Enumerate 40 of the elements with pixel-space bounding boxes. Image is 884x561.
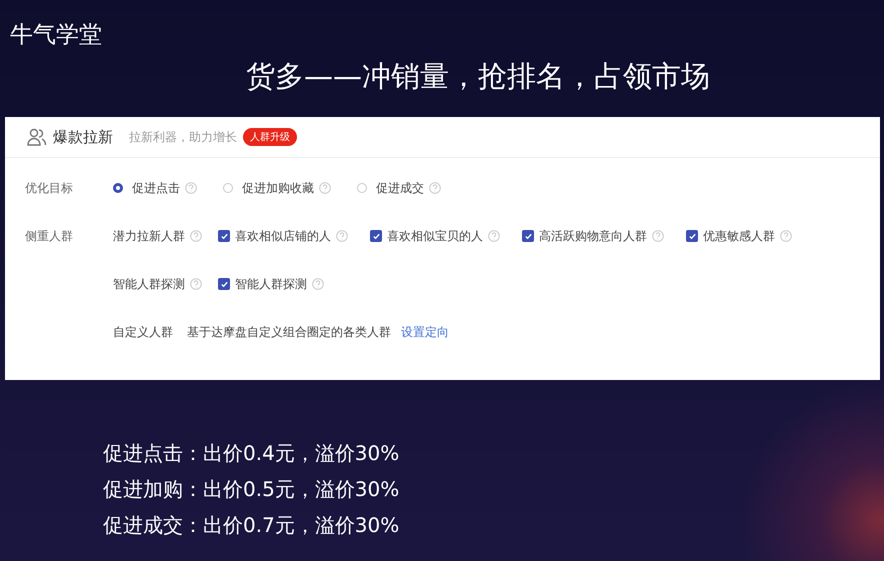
option-label[interactable]: 促进点击: [132, 180, 180, 196]
help-icon[interactable]: [780, 230, 792, 242]
group-label: 潜力拉新人群: [113, 228, 185, 244]
set-targeting-link[interactable]: 设置定向: [401, 324, 449, 340]
option-label[interactable]: 高活跃购物意向人群: [539, 228, 647, 244]
checkbox[interactable]: [522, 230, 534, 242]
slide-title: 货多——冲销量，抢排名，占领市场: [246, 58, 710, 95]
field-label: 优化目标: [24, 180, 74, 196]
bid-note: 促进加购：出价0.5元，溢价30%: [103, 476, 400, 503]
bid-note: 促进成交：出价0.7元，溢价30%: [103, 512, 400, 539]
option-label[interactable]: 促进加购收藏: [242, 180, 314, 196]
help-icon[interactable]: [652, 230, 664, 242]
upgrade-badge: 人群升级: [243, 128, 297, 146]
help-icon[interactable]: [190, 278, 202, 290]
description-text: 基于达摩盘自定义组合圈定的各类人群: [187, 324, 391, 340]
checkbox[interactable]: [686, 230, 698, 242]
group-label: 智能人群探测: [113, 276, 185, 292]
bid-note: 促进点击：出价0.4元，溢价30%: [103, 440, 400, 467]
people-icon: [27, 128, 47, 146]
help-icon[interactable]: [488, 230, 500, 242]
option-label[interactable]: 智能人群探测: [235, 276, 307, 292]
panel-subtitle: 拉新利器，助力增长: [129, 128, 237, 146]
help-icon[interactable]: [336, 230, 348, 242]
checkbox[interactable]: [370, 230, 382, 242]
radio-button[interactable]: [113, 183, 123, 193]
help-icon[interactable]: [185, 182, 197, 194]
group-label: 自定义人群: [113, 324, 173, 340]
help-icon[interactable]: [319, 182, 331, 194]
help-icon[interactable]: [190, 230, 202, 242]
checkbox[interactable]: [218, 278, 230, 290]
option-label[interactable]: 喜欢相似宝贝的人: [387, 228, 483, 244]
logo-text: 牛气学堂: [10, 21, 102, 50]
option-label[interactable]: 喜欢相似店铺的人: [235, 228, 331, 244]
checkbox[interactable]: [218, 230, 230, 242]
option-label[interactable]: 优惠敏感人群: [703, 228, 775, 244]
help-icon[interactable]: [312, 278, 324, 290]
option-label[interactable]: 促进成交: [376, 180, 424, 196]
panel-title: 爆款拉新: [53, 128, 113, 146]
help-icon[interactable]: [429, 182, 441, 194]
field-label: 侧重人群: [24, 228, 74, 244]
